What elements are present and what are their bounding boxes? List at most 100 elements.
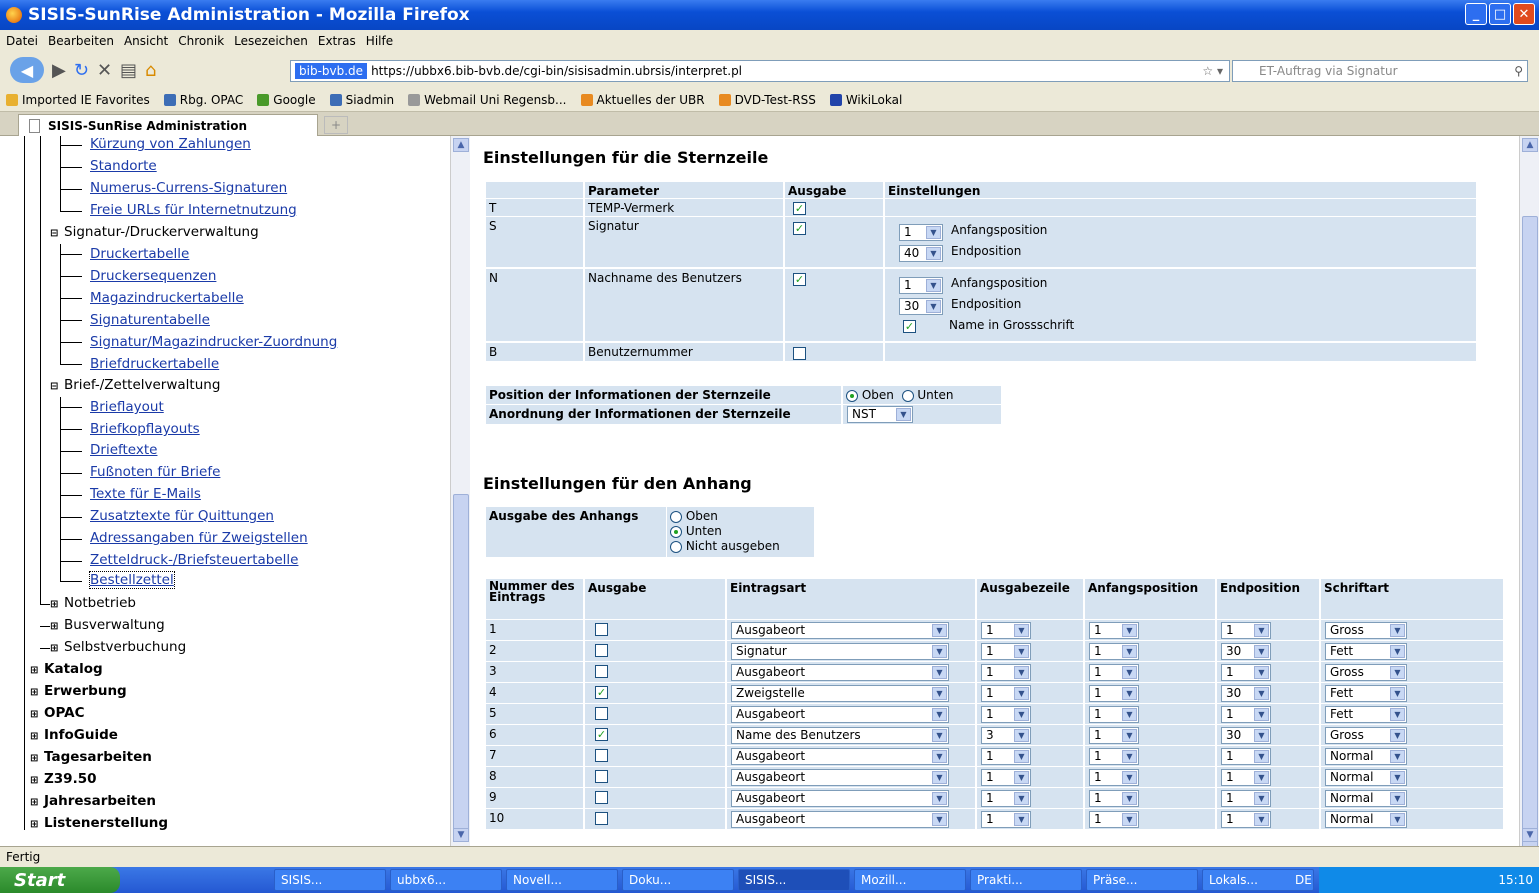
select-anfangsposition[interactable]: 1 ▼ — [1089, 748, 1139, 765]
select-schriftart[interactable]: Gross ▼ — [1325, 664, 1407, 681]
taskbar-item[interactable]: SISIS... — [738, 869, 850, 891]
select-ausgabezeile[interactable]: 1 ▼ — [981, 790, 1031, 807]
language-indicator[interactable]: DE — [1295, 873, 1312, 887]
tree-link[interactable]: Numerus-Currens-Signaturen — [90, 180, 287, 196]
bookmark-item[interactable]: WikiLokal — [829, 93, 902, 107]
checkbox-nachname[interactable]: ✓ — [793, 273, 806, 286]
tree-group-busverwaltung[interactable]: ⊞ Busverwaltung — [50, 617, 165, 633]
checkbox-ausgabe[interactable] — [595, 812, 608, 825]
new-tab-button[interactable]: + — [324, 116, 348, 134]
checkbox-ausgabe[interactable] — [595, 770, 608, 783]
checkbox-ausgabe[interactable]: ✓ — [595, 728, 608, 741]
scroll-down-icon[interactable]: ▼ — [1522, 828, 1538, 842]
select-schriftart[interactable]: Normal ▼ — [1325, 811, 1407, 828]
select-ausgabezeile[interactable]: 1 ▼ — [981, 664, 1031, 681]
tree-group-selbstverbuchung[interactable]: ⊞ Selbstverbuchung — [50, 639, 186, 655]
bookmark-star-icon[interactable]: ☆ ▾ — [1202, 64, 1223, 78]
select-schriftart[interactable]: Fett ▼ — [1325, 706, 1407, 723]
print-icon[interactable]: ▤ — [120, 60, 137, 81]
select-endposition[interactable]: 1 ▼ — [1221, 664, 1271, 681]
select-eintragsart[interactable]: Ausgabeort ▼ — [731, 664, 949, 681]
select-endposition[interactable]: 1 ▼ — [1221, 790, 1271, 807]
select-order[interactable]: NST ▼ — [847, 406, 913, 423]
select-eintragsart[interactable]: Ausgabeort ▼ — [731, 748, 949, 765]
select-schriftart[interactable]: Normal ▼ — [1325, 769, 1407, 786]
maximize-button[interactable]: □ — [1489, 3, 1511, 25]
tree-link[interactable]: Druckertabelle — [90, 246, 189, 262]
tree-link[interactable]: Kürzung von Zahlungen — [90, 136, 251, 152]
taskbar-item[interactable]: Mozill... — [854, 869, 966, 891]
radio-anhang-unten[interactable] — [670, 525, 682, 538]
menu-extras[interactable]: Extras — [318, 34, 356, 48]
select-ausgabezeile[interactable]: 1 ▼ — [981, 685, 1031, 702]
select-eintragsart[interactable]: Ausgabeort ▼ — [731, 769, 949, 786]
scroll-thumb[interactable] — [453, 494, 469, 830]
checkbox-benutzernummer[interactable] — [793, 347, 806, 360]
tree-link[interactable]: Briefkopflayouts — [90, 421, 200, 437]
taskbar-item[interactable]: Prakti... — [970, 869, 1082, 891]
select-schriftart[interactable]: Normal ▼ — [1325, 790, 1407, 807]
tree-link[interactable]: Brieflayout — [90, 399, 164, 415]
select-ausgabezeile[interactable]: 1 ▼ — [981, 811, 1031, 828]
start-button[interactable]: Start — [0, 867, 120, 893]
scroll-up-icon[interactable]: ▲ — [453, 138, 469, 152]
select-schriftart[interactable]: Fett ▼ — [1325, 643, 1407, 660]
menu-chronik[interactable]: Chronik — [178, 34, 224, 48]
scroll-thumb[interactable] — [1522, 216, 1538, 856]
tree-group-signatur[interactable]: ⊟ Signatur-/Druckerverwaltung — [50, 224, 259, 240]
tree-link[interactable]: Drieftexte — [90, 442, 157, 458]
checkbox-ausgabe[interactable] — [595, 707, 608, 720]
select-endposition[interactable]: 1 ▼ — [1221, 769, 1271, 786]
tree-top-erwerbung[interactable]: ⊞ Erwerbung — [30, 683, 127, 699]
select-anfangsposition[interactable]: 1 ▼ — [1089, 685, 1139, 702]
tree-link[interactable]: Signaturentabelle — [90, 312, 210, 328]
tree-link[interactable]: Adressangaben für Zweigstellen — [90, 530, 308, 546]
tree-link[interactable]: Zusatztexte für Quittungen — [90, 508, 274, 524]
sidebar-scrollbar[interactable]: ▲ ▼ — [450, 136, 470, 846]
select-anfangsposition[interactable]: 1 ▼ — [1089, 643, 1139, 660]
select-endposition[interactable]: 30 ▼ — [1221, 643, 1271, 660]
tree-link[interactable]: Signatur/Magazindrucker-Zuordnung — [90, 334, 337, 350]
checkbox-ausgabe[interactable]: ✓ — [595, 686, 608, 699]
bookmark-item[interactable]: Google — [257, 93, 316, 107]
select-nachname-end[interactable]: 30 ▼ — [899, 298, 943, 315]
taskbar-item[interactable]: ubbx6... — [390, 869, 502, 891]
select-ausgabezeile[interactable]: 1 ▼ — [981, 769, 1031, 786]
select-nachname-start[interactable]: 1 ▼ — [899, 277, 943, 294]
select-anfangsposition[interactable]: 1 ▼ — [1089, 811, 1139, 828]
tree-top-opac[interactable]: ⊞ OPAC — [30, 705, 85, 721]
tree-link[interactable]: Freie URLs für Internetnutzung — [90, 202, 297, 218]
tree-top-z3950[interactable]: ⊞ Z39.50 — [30, 771, 97, 787]
select-schriftart[interactable]: Fett ▼ — [1325, 685, 1407, 702]
taskbar-item[interactable]: Novell... — [506, 869, 618, 891]
select-ausgabezeile[interactable]: 1 ▼ — [981, 706, 1031, 723]
radio-anhang-nicht[interactable] — [670, 540, 682, 553]
select-signatur-start[interactable]: 1 ▼ — [899, 224, 943, 241]
reload-icon[interactable]: ↻ — [74, 60, 89, 81]
checkbox-temp[interactable]: ✓ — [793, 202, 806, 215]
close-button[interactable]: ✕ — [1513, 3, 1535, 25]
search-input[interactable]: ET-Auftrag via Signatur ⚲ — [1232, 60, 1528, 82]
select-anfangsposition[interactable]: 1 ▼ — [1089, 790, 1139, 807]
select-ausgabezeile[interactable]: 3 ▼ — [981, 727, 1031, 744]
select-endposition[interactable]: 30 ▼ — [1221, 685, 1271, 702]
select-eintragsart[interactable]: Zweigstelle ▼ — [731, 685, 949, 702]
select-ausgabezeile[interactable]: 1 ▼ — [981, 748, 1031, 765]
select-anfangsposition[interactable]: 1 ▼ — [1089, 664, 1139, 681]
menu-lesezeichen[interactable]: Lesezeichen — [234, 34, 308, 48]
select-anfangsposition[interactable]: 1 ▼ — [1089, 706, 1139, 723]
tree-top-listenerstellung[interactable]: ⊞ Listenerstellung — [30, 815, 168, 831]
menu-datei[interactable]: Datei — [6, 34, 38, 48]
bookmark-item[interactable]: Aktuelles der UBR — [580, 93, 705, 107]
select-anfangsposition[interactable]: 1 ▼ — [1089, 769, 1139, 786]
bookmark-item[interactable]: Webmail Uni Regensb... — [408, 93, 567, 107]
search-icon[interactable]: ⚲ — [1514, 64, 1523, 78]
minimize-button[interactable]: _ — [1465, 3, 1487, 25]
select-schriftart[interactable]: Normal ▼ — [1325, 748, 1407, 765]
select-eintragsart[interactable]: Ausgabeort ▼ — [731, 622, 949, 639]
bookmark-item[interactable]: Imported IE Favorites — [6, 93, 150, 107]
main-scrollbar[interactable]: ▲ ▼ — [1519, 136, 1539, 856]
tree-link[interactable]: Druckersequenzen — [90, 268, 216, 284]
radio-unten[interactable] — [901, 389, 914, 402]
tree-top-tagesarbeiten[interactable]: ⊞ Tagesarbeiten — [30, 749, 152, 765]
